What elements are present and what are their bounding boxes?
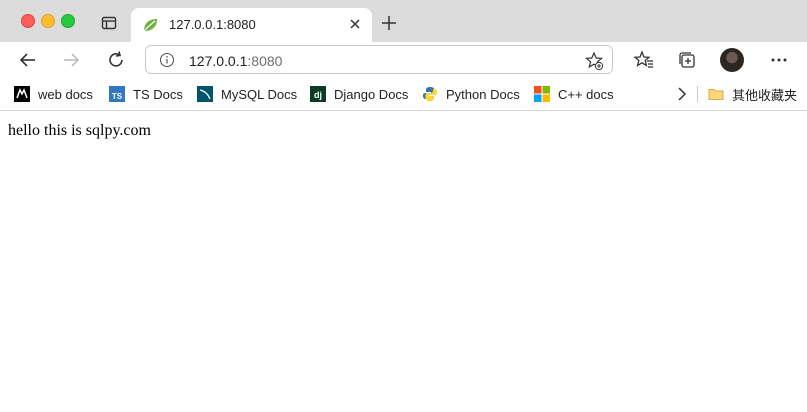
python-icon bbox=[423, 87, 437, 101]
folder-icon bbox=[708, 89, 724, 100]
bookmarks-bar: web docs TS TS Docs MySQL Docs dj Django… bbox=[0, 78, 807, 111]
typescript-icon: TS bbox=[109, 86, 125, 102]
reload-icon[interactable] bbox=[105, 49, 127, 71]
bookmark-label: C++ docs bbox=[558, 86, 614, 102]
info-icon[interactable] bbox=[159, 52, 175, 68]
active-tab[interactable]: 127.0.0.1:8080 bbox=[131, 8, 372, 42]
forward-arrow-icon[interactable] bbox=[60, 49, 82, 71]
django-icon: dj bbox=[310, 86, 326, 102]
windows-icon bbox=[534, 86, 550, 102]
bookmark-label: MySQL Docs bbox=[221, 86, 298, 102]
window-close-button[interactable] bbox=[21, 14, 35, 28]
add-favorite-icon[interactable] bbox=[584, 51, 604, 71]
bookmark-cpp-docs[interactable]: C++ docs bbox=[534, 83, 614, 105]
url-text[interactable]: 127.0.0.1:8080 bbox=[189, 53, 282, 69]
address-bar[interactable]: 127.0.0.1:8080 bbox=[145, 45, 613, 74]
profile-avatar[interactable] bbox=[720, 48, 744, 72]
bookmark-ts-docs[interactable]: TS TS Docs bbox=[109, 83, 183, 105]
new-tab-icon[interactable] bbox=[380, 14, 398, 32]
bookmark-label: Django Docs bbox=[334, 86, 409, 102]
bookmark-python-docs[interactable]: Python Docs bbox=[422, 83, 520, 105]
chevron-right-icon[interactable] bbox=[675, 85, 689, 103]
close-tab-icon[interactable] bbox=[348, 17, 362, 31]
window-minimize-button[interactable] bbox=[41, 14, 55, 28]
window-maximize-button[interactable] bbox=[61, 14, 75, 28]
favorites-icon[interactable] bbox=[633, 49, 655, 71]
bookmarks-divider bbox=[697, 86, 698, 102]
page-content: hello this is sqlpy.com bbox=[0, 111, 807, 412]
other-favorites-label: 其他收藏夹 bbox=[732, 87, 798, 103]
bookmark-label: TS Docs bbox=[133, 86, 183, 102]
more-menu-icon[interactable] bbox=[768, 49, 790, 71]
back-arrow-icon[interactable] bbox=[17, 49, 39, 71]
other-favorites-folder[interactable]: 其他收藏夹 bbox=[708, 83, 797, 105]
bookmark-mysql-docs[interactable]: MySQL Docs bbox=[197, 83, 297, 105]
url-host: 127.0.0.1 bbox=[189, 53, 248, 69]
bookmark-label: Python Docs bbox=[446, 86, 520, 102]
url-port: :8080 bbox=[247, 53, 283, 69]
navigation-toolbar: 127.0.0.1:8080 bbox=[0, 42, 807, 78]
svg-text:TS: TS bbox=[112, 92, 123, 101]
collections-icon[interactable] bbox=[676, 49, 698, 71]
page-body-text: hello this is sqlpy.com bbox=[8, 122, 151, 139]
svg-text:dj: dj bbox=[314, 90, 322, 100]
mysql-icon bbox=[197, 86, 213, 102]
bookmark-web-docs[interactable]: web docs bbox=[14, 83, 93, 105]
bookmark-django-docs[interactable]: dj Django Docs bbox=[310, 83, 408, 105]
bookmark-label: web docs bbox=[38, 86, 93, 102]
tab-title: 127.0.0.1:8080 bbox=[169, 17, 256, 32]
tab-actions-icon[interactable] bbox=[100, 14, 118, 32]
spring-leaf-icon bbox=[143, 19, 157, 32]
mdn-icon bbox=[14, 86, 30, 102]
title-bar: 127.0.0.1:8080 bbox=[0, 0, 807, 42]
